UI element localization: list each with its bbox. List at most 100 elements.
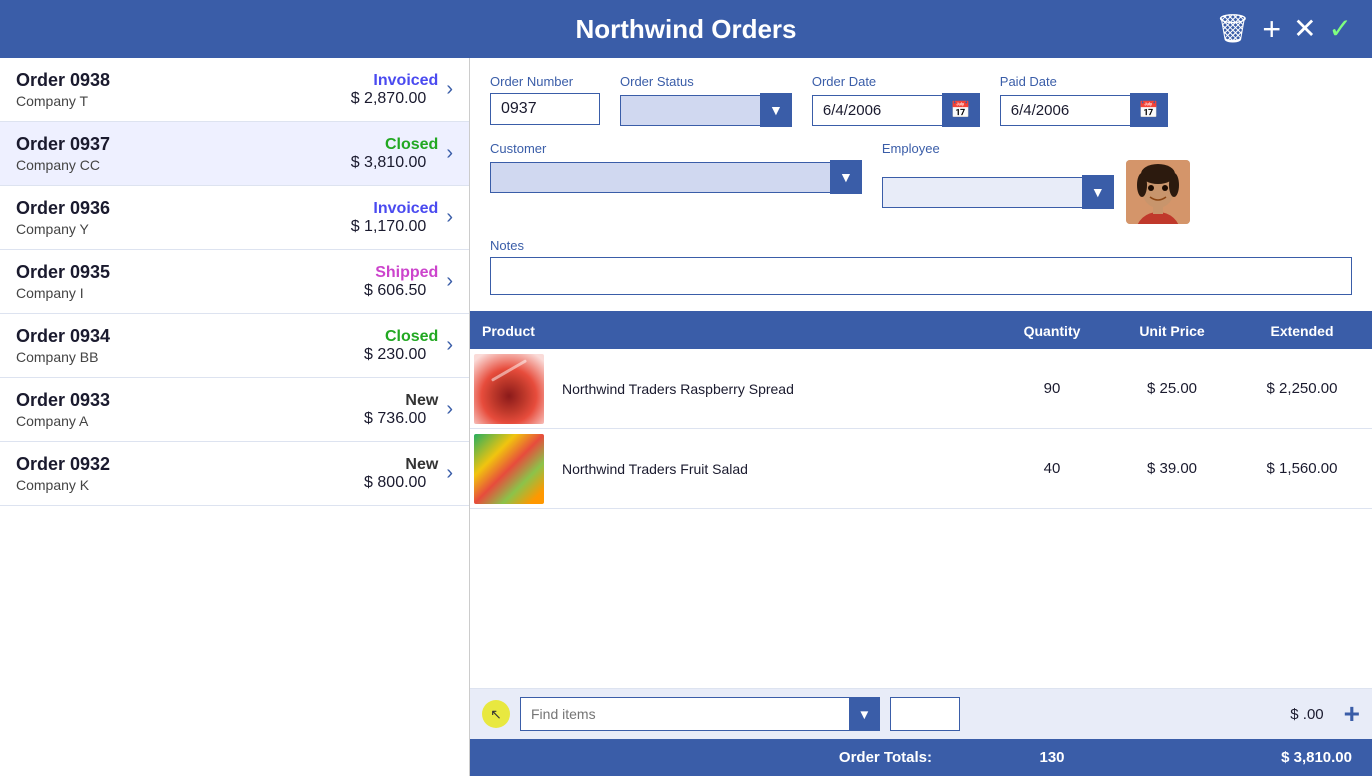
order-chevron-0935: › xyxy=(446,270,453,293)
notes-input[interactable] xyxy=(490,257,1352,295)
app-title: Northwind Orders xyxy=(575,14,796,45)
order-meta-0937: Closed $ 3,810.00 xyxy=(318,136,438,172)
col-unit-price-header: Unit Price xyxy=(1112,313,1232,349)
products-area: Product Quantity Unit Price Extended Nor… xyxy=(470,313,1372,688)
order-number-input[interactable] xyxy=(490,93,600,125)
order-list-item-0933[interactable]: Order 0933 Company A New $ 736.00 › xyxy=(0,378,469,442)
totals-label: Order Totals: xyxy=(839,749,932,766)
order-number-0937: Order 0937 xyxy=(16,134,318,155)
orders-list: Order 0938 Company T Invoiced $ 2,870.00… xyxy=(0,58,470,776)
customer-group: Customer Company CC ▼ xyxy=(490,141,862,194)
order-status-0933: New xyxy=(405,392,438,410)
order-list-item-0935[interactable]: Order 0935 Company I Shipped $ 606.50 › xyxy=(0,250,469,314)
order-info-0932: Order 0932 Company K xyxy=(16,454,318,493)
order-list-item-0936[interactable]: Order 0936 Company Y Invoiced $ 1,170.00… xyxy=(0,186,469,250)
product-qty-1: 40 xyxy=(992,460,1112,477)
order-status-0936: Invoiced xyxy=(373,200,438,218)
product-rows: Northwind Traders Raspberry Spread 90 $ … xyxy=(470,349,1372,509)
col-extended-header: Extended xyxy=(1232,313,1372,349)
order-number-group: Order Number xyxy=(490,74,600,125)
order-number-0932: Order 0932 xyxy=(16,454,318,475)
product-name-0: Northwind Traders Raspberry Spread xyxy=(550,381,992,397)
order-info-0933: Order 0933 Company A xyxy=(16,390,318,429)
order-chevron-0937: › xyxy=(446,142,453,165)
order-number-0936: Order 0936 xyxy=(16,198,318,219)
paid-date-input[interactable] xyxy=(1000,95,1130,126)
header-actions: 🗑 + ✕ ✓ xyxy=(1215,13,1352,45)
order-company-0938: Company T xyxy=(16,93,318,109)
order-chevron-0934: › xyxy=(446,334,453,357)
order-company-0935: Company I xyxy=(16,285,318,301)
order-detail: Order Number Order Status Closed ▼ Order… xyxy=(470,58,1372,776)
product-thumb-0 xyxy=(470,350,550,428)
order-chevron-0932: › xyxy=(446,462,453,485)
paid-date-cal-btn[interactable]: 📅 xyxy=(1130,93,1168,127)
add-item-row: ↖ ▼ $ .00 + xyxy=(470,688,1372,739)
product-name-1: Northwind Traders Fruit Salad xyxy=(550,461,992,477)
new-item-price-display: $ .00 xyxy=(1290,706,1323,723)
form-row-notes: Notes xyxy=(490,238,1352,295)
customer-label: Customer xyxy=(490,141,862,156)
order-list-item-0932[interactable]: Order 0932 Company K New $ 800.00 › xyxy=(0,442,469,506)
order-info-0934: Order 0934 Company BB xyxy=(16,326,318,365)
order-status-select-wrapper: Closed ▼ xyxy=(620,93,792,127)
find-items-input[interactable] xyxy=(520,697,849,731)
employee-dropdown-btn[interactable]: ▼ xyxy=(1082,175,1114,209)
employee-photo xyxy=(1126,160,1190,224)
order-status-0935: Shipped xyxy=(375,264,438,282)
col-quantity-header: Quantity xyxy=(992,313,1112,349)
app-header: Northwind Orders 🗑 + ✕ ✓ xyxy=(0,0,1372,58)
order-info-0936: Order 0936 Company Y xyxy=(16,198,318,237)
cancel-button[interactable]: ✕ xyxy=(1293,15,1316,43)
order-list-item-0938[interactable]: Order 0938 Company T Invoiced $ 2,870.00… xyxy=(0,58,469,122)
confirm-button[interactable]: ✓ xyxy=(1329,15,1352,43)
order-meta-0932: New $ 800.00 xyxy=(318,456,438,492)
add-item-button[interactable]: + xyxy=(1344,698,1360,730)
paid-date-label: Paid Date xyxy=(1000,74,1168,89)
order-amount-0937: $ 3,810.00 xyxy=(351,154,427,172)
product-row-0: Northwind Traders Raspberry Spread 90 $ … xyxy=(470,349,1372,429)
form-row-1: Order Number Order Status Closed ▼ Order… xyxy=(490,74,1352,127)
find-items-wrapper: ▼ xyxy=(520,697,880,731)
order-status-0934: Closed xyxy=(385,328,438,346)
order-meta-0933: New $ 736.00 xyxy=(318,392,438,428)
paid-date-group: Paid Date 📅 xyxy=(1000,74,1168,127)
cursor-icon: ↖ xyxy=(482,700,510,728)
order-date-group: Order Date 📅 xyxy=(812,74,980,127)
order-number-label: Order Number xyxy=(490,74,600,89)
notes-group: Notes xyxy=(490,238,1352,295)
form-row-2: Customer Company CC ▼ Employee Rossi ▼ xyxy=(490,141,1352,224)
customer-dropdown-btn[interactable]: ▼ xyxy=(830,160,862,194)
add-button[interactable]: + xyxy=(1262,13,1281,45)
order-company-0932: Company K xyxy=(16,477,318,493)
find-items-dropdown-btn[interactable]: ▼ xyxy=(849,697,880,731)
order-amount-0938: $ 2,870.00 xyxy=(351,90,427,108)
order-amount-0936: $ 1,170.00 xyxy=(351,218,427,236)
order-amount-0935: $ 606.50 xyxy=(364,282,426,300)
order-company-0933: Company A xyxy=(16,413,318,429)
order-list-item-0934[interactable]: Order 0934 Company BB Closed $ 230.00 › xyxy=(0,314,469,378)
order-date-cal-btn[interactable]: 📅 xyxy=(942,93,980,127)
order-list-item-0937[interactable]: Order 0937 Company CC Closed $ 3,810.00 … xyxy=(0,122,469,186)
order-meta-0935: Shipped $ 606.50 xyxy=(318,264,438,300)
new-item-qty-input[interactable] xyxy=(890,697,960,731)
order-status-0937: Closed xyxy=(385,136,438,154)
order-number-0934: Order 0934 xyxy=(16,326,318,347)
delete-button[interactable]: 🗑 xyxy=(1215,15,1251,43)
employee-row: Rossi ▼ xyxy=(882,160,1190,224)
order-date-label: Order Date xyxy=(812,74,980,89)
product-price-1: $ 39.00 xyxy=(1112,460,1232,477)
order-date-input[interactable] xyxy=(812,95,942,126)
col-product-header: Product xyxy=(470,313,550,349)
product-thumb-1 xyxy=(470,430,550,508)
employee-group: Employee Rossi ▼ xyxy=(882,141,1190,224)
order-status-dropdown-btn[interactable]: ▼ xyxy=(760,93,792,127)
notes-label: Notes xyxy=(490,238,1352,253)
customer-input: Company CC xyxy=(490,162,830,193)
product-ext-0: $ 2,250.00 xyxy=(1232,380,1372,397)
totals-amount: $ 3,810.00 xyxy=(1232,749,1352,766)
order-meta-0938: Invoiced $ 2,870.00 xyxy=(318,72,438,108)
order-chevron-0936: › xyxy=(446,206,453,229)
product-qty-0: 90 xyxy=(992,380,1112,397)
order-amount-0934: $ 230.00 xyxy=(364,346,426,364)
